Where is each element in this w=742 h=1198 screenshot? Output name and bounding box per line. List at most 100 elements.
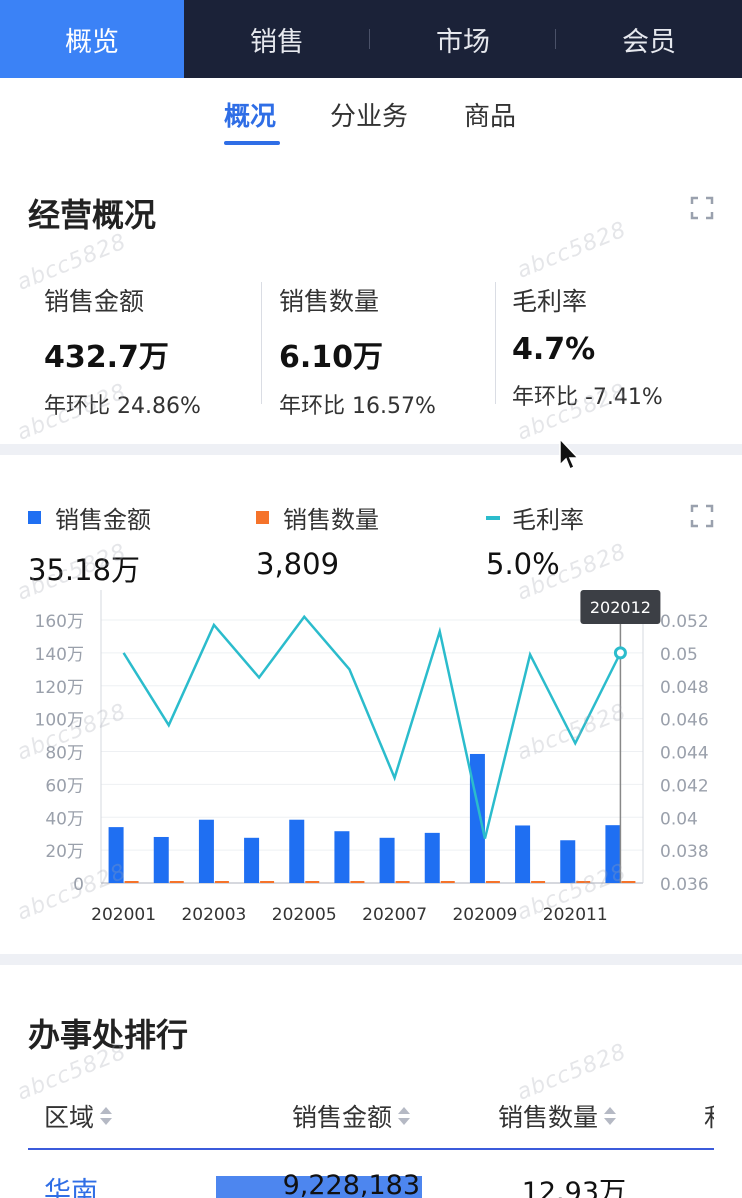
legend-value: 5.0%: [486, 547, 560, 581]
legend-sales-quantity[interactable]: 销售数量 3,809: [256, 500, 379, 581]
bar-sales-amount: [334, 831, 350, 883]
top-tab-market[interactable]: 市场: [370, 0, 556, 78]
kpi-divider: [495, 282, 496, 404]
bar-sales-quantity: [124, 881, 139, 883]
bar-sales-quantity: [305, 881, 320, 883]
column-header-amount[interactable]: 销售金额: [292, 1098, 411, 1134]
kpi-yoy: 年环比 24.86%: [44, 394, 201, 419]
bar-sales-amount: [153, 836, 169, 883]
watermark: abcc5828: [513, 1039, 631, 1106]
bar-sales-amount: [560, 840, 576, 883]
y-tick-label-left: 40万: [45, 809, 84, 829]
legend-label: 销售金额: [55, 506, 151, 534]
x-tick-label: 202003: [181, 905, 246, 925]
sub-tab-summary[interactable]: 概况: [224, 96, 276, 133]
y-tick-label-left: 160万: [35, 612, 84, 632]
sort-icon[interactable]: [604, 1105, 617, 1127]
bar-sales-quantity: [621, 881, 636, 883]
bar-sales-amount: [244, 837, 260, 883]
legend-gross-margin[interactable]: 毛利率 5.0%: [486, 500, 584, 581]
fullscreen-icon[interactable]: [690, 196, 714, 220]
legend-swatch: [256, 511, 269, 524]
kpi-sales-quantity: 销售数量 6.10万 年环比 16.57%: [279, 282, 499, 420]
kpi-sales-amount: 销售金额 432.7万 年环比 24.86%: [44, 282, 264, 420]
bar-sales-quantity: [169, 881, 184, 883]
kpi-yoy: 年环比 16.57%: [279, 394, 436, 419]
kpi-value: 6.10万: [279, 340, 384, 375]
column-header-label: 销售金额: [292, 1103, 393, 1132]
x-tick-label: 202005: [272, 905, 337, 925]
row-quantity: 12.93万: [521, 1177, 626, 1198]
y-tick-label-right: 0.042: [660, 776, 709, 796]
ranking-title: 办事处排行: [28, 1016, 189, 1054]
y-tick-label-left: 60万: [45, 776, 84, 796]
kpi-label: 毛利率: [512, 287, 588, 316]
sub-tab-products[interactable]: 商品: [464, 96, 516, 133]
x-tick-label: 202009: [452, 905, 517, 925]
legend-value: 3,809: [256, 547, 340, 581]
y-tick-label-right: 0.036: [660, 875, 709, 895]
sort-icon[interactable]: [100, 1105, 113, 1127]
bar-sales-quantity: [440, 881, 455, 883]
y-tick-label-left: 140万: [35, 645, 84, 665]
bar-sales-amount: [198, 819, 214, 883]
sales-combo-chart[interactable]: 0 20万 40万 60万 80万 100万 120万 140万 160万 0.036 0.038 0…: [0, 586, 742, 930]
kpi-yoy: 年环比 -7.41%: [512, 385, 663, 410]
bar-sales-quantity: [576, 881, 591, 883]
tooltip-label: 202012: [590, 598, 651, 617]
bar-sales-amount: [289, 819, 305, 883]
y-tick-label-left: 20万: [45, 842, 84, 862]
line-gross-margin: [122, 614, 622, 839]
x-tick-label: 202011: [543, 905, 608, 925]
bar-sales-amount: [605, 825, 621, 883]
x-tick-label: 202001: [91, 905, 156, 925]
column-header-margin[interactable]: 利: [704, 1098, 714, 1134]
top-tab-overview[interactable]: 概览: [0, 0, 184, 78]
column-header-quantity[interactable]: 销售数量: [498, 1098, 617, 1134]
top-tab-sales[interactable]: 销售: [184, 0, 370, 78]
top-tab-label: 市场: [436, 26, 490, 58]
overview-title: 经营概况: [28, 196, 157, 234]
bar-sales-quantity: [395, 881, 410, 883]
y-tick-label-left: 0: [73, 875, 84, 895]
column-header-region[interactable]: 区域: [44, 1098, 113, 1134]
legend-value: 35.18万: [28, 553, 141, 587]
bar-sales-amount: [515, 825, 531, 883]
y-tick-label-right: 0.038: [660, 842, 709, 862]
kpi-label: 销售金额: [44, 287, 145, 316]
y-tick-label-right: 0.046: [660, 711, 709, 731]
bar-sales-quantity: [260, 881, 275, 883]
row-region-link[interactable]: 华南: [44, 1170, 98, 1198]
legend-sales-amount[interactable]: 销售金额 35.18万: [28, 500, 151, 589]
top-tab-member[interactable]: 会员: [556, 0, 742, 78]
legend-label: 毛利率: [512, 506, 584, 534]
section-divider: [0, 954, 742, 965]
table-row[interactable]: 华南 9,228,183 12.93万: [28, 1166, 714, 1198]
bar-sales-amount: [424, 832, 440, 883]
chart-fullscreen-icon[interactable]: [690, 504, 714, 528]
legend-label: 销售数量: [283, 506, 379, 534]
bar-sales-amount: [379, 837, 395, 883]
bar-sales-amount: [108, 827, 124, 883]
kpi-value: 4.7%: [512, 332, 596, 367]
bar-sales-quantity: [485, 881, 500, 883]
kpi-value: 432.7万: [44, 340, 169, 375]
sub-tab-business[interactable]: 分业务: [330, 96, 408, 133]
watermark: abcc5828: [513, 217, 631, 284]
bar-sales-quantity: [214, 881, 229, 883]
column-header-label: 销售数量: [498, 1103, 599, 1132]
y-tick-label-right: 0.052: [660, 612, 709, 632]
sub-tabs: 概况 分业务 商品: [0, 78, 742, 150]
sort-icon[interactable]: [398, 1105, 411, 1127]
column-header-label: 区域: [44, 1103, 95, 1132]
y-tick-label-right: 0.04: [660, 809, 698, 829]
section-divider: [0, 444, 742, 455]
bar-sales-amount: [469, 753, 485, 883]
bar-sales-quantity: [350, 881, 365, 883]
active-tab-indicator: [224, 141, 280, 145]
top-tab-label: 销售: [250, 26, 304, 58]
y-tick-label-left: 120万: [35, 678, 84, 698]
row-amount: 9,228,183: [282, 1170, 420, 1198]
bar-sales-quantity: [531, 881, 546, 883]
ranking-table-header: 区域 销售金额 销售数量 利: [28, 1098, 714, 1150]
